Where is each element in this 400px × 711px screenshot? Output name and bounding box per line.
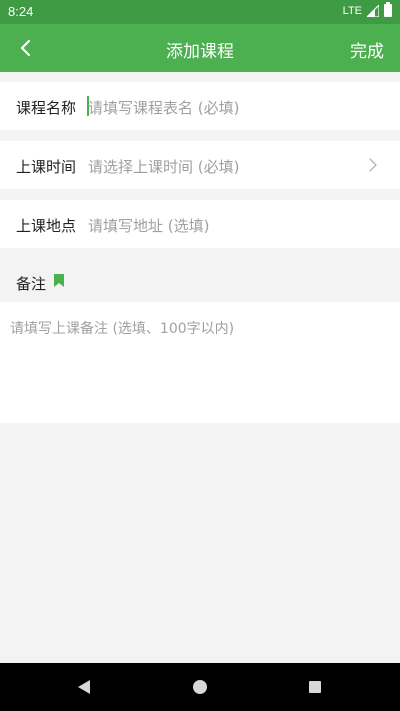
page-title: 添加课程 bbox=[166, 42, 234, 62]
status-bar: 8:24 LTE bbox=[0, 0, 400, 24]
course-name-label: 课程名称 bbox=[16, 99, 77, 117]
signal-icon bbox=[367, 4, 379, 17]
class-time-label: 上课时间 bbox=[16, 158, 77, 176]
status-icons: LTE bbox=[342, 2, 392, 17]
system-nav-bar bbox=[0, 663, 400, 711]
done-button[interactable]: 完成 bbox=[350, 37, 384, 62]
course-name-row[interactable]: 课程名称 请填写课程表名 (必填) bbox=[0, 82, 400, 130]
note-header: 备注 bbox=[0, 258, 400, 302]
app-bar: 添加课程 完成 bbox=[0, 24, 400, 72]
home-circle-icon[interactable] bbox=[193, 680, 207, 694]
chevron-right-icon bbox=[369, 158, 377, 172]
network-label: LTE bbox=[342, 4, 362, 17]
note-textarea[interactable]: 请填写上课备注 (选填、100字以内) bbox=[0, 302, 400, 423]
battery-icon bbox=[384, 2, 392, 17]
class-time-selector[interactable]: 请选择上课时间 (必填) bbox=[88, 156, 239, 177]
note-label: 备注 bbox=[16, 275, 47, 293]
class-time-row[interactable]: 上课时间 请选择上课时间 (必填) bbox=[0, 141, 400, 189]
class-place-row[interactable]: 上课地点 请填写地址 (选填) bbox=[0, 200, 400, 248]
class-place-label: 上课地点 bbox=[16, 217, 77, 235]
status-time: 8:24 bbox=[8, 4, 34, 19]
class-place-input[interactable]: 请填写地址 (选填) bbox=[88, 215, 209, 236]
note-placeholder: 请填写上课备注 (选填、100字以内) bbox=[10, 321, 235, 337]
bookmark-icon bbox=[54, 274, 64, 287]
recents-square-icon[interactable] bbox=[309, 681, 321, 693]
back-triangle-icon[interactable] bbox=[76, 679, 92, 695]
course-name-input[interactable]: 请填写课程表名 (必填) bbox=[88, 97, 239, 118]
